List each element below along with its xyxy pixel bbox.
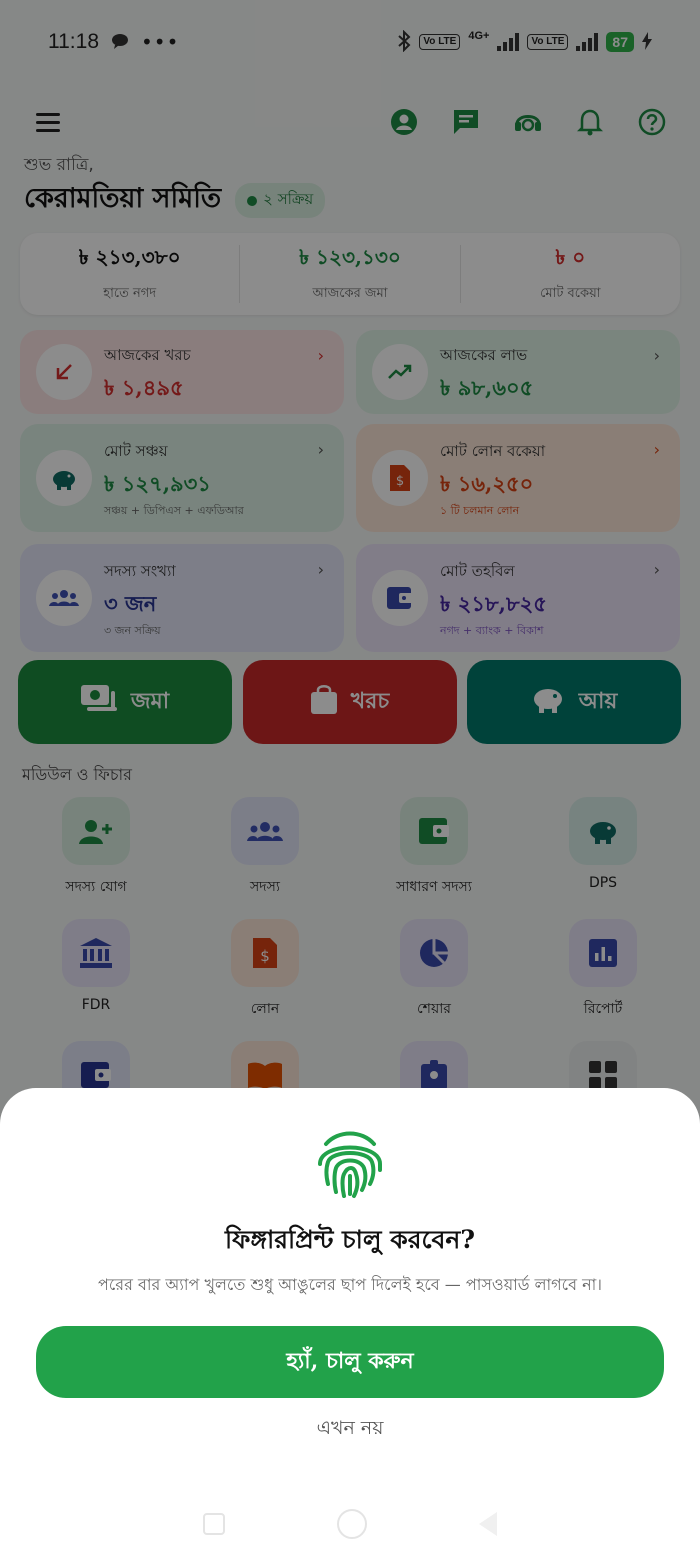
sheet-question: ফিঙ্গারপ্রিন্ট চালু করবেন? <box>224 1225 476 1254</box>
home-icon[interactable] <box>337 1509 367 1539</box>
fingerprint-icon <box>316 1128 384 1204</box>
sheet-description: পরের বার অ্যাপ খুলতে শুধু আঙুলের ছাপ দিল… <box>98 1275 602 1294</box>
enable-fingerprint-button[interactable]: হ্যাঁ, চালু করুন <box>36 1326 664 1398</box>
not-now-button[interactable]: এখন নয় <box>0 1414 700 1446</box>
fingerprint-bottom-sheet: ফিঙ্গারপ্রিন্ট চালু করবেন? পরের বার অ্যা… <box>0 1088 700 1558</box>
system-nav-bar <box>0 1490 700 1558</box>
recents-icon[interactable] <box>203 1513 225 1535</box>
back-icon[interactable] <box>479 1512 497 1536</box>
